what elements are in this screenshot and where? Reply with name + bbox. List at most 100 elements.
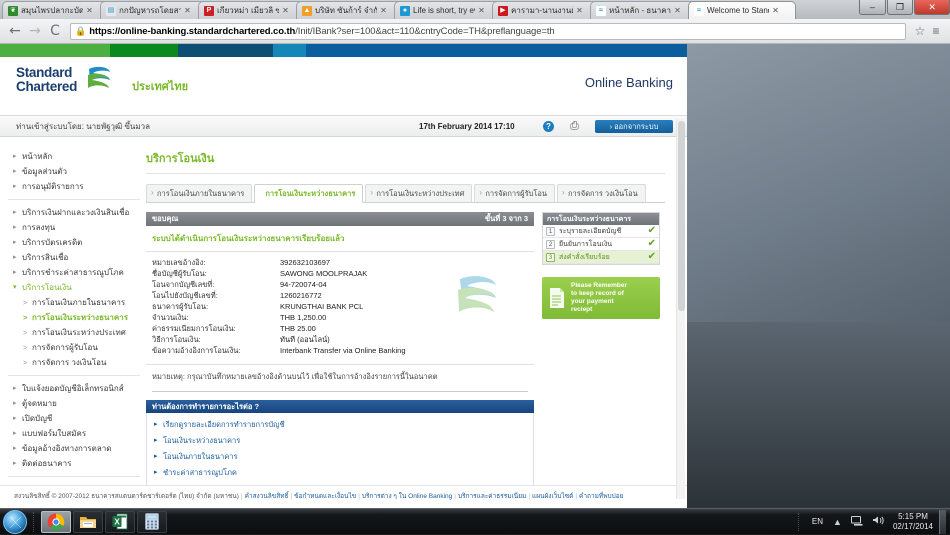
browser-tab-3[interactable]: Pเกียวหม่า เมียวลิ ซา✕ (198, 1, 306, 19)
footer-text: สงวนลิขสิทธิ์ © 2007-2012 ธนาคารสแตนดาร์… (14, 492, 677, 501)
taskbar-clock[interactable]: 5:15 PM 02/17/2014 (893, 512, 933, 532)
page-scrollbar[interactable] (676, 119, 685, 499)
sidebar-subitem-manage-limit[interactable]: การจัดการ วงเงินโอน (8, 355, 140, 370)
tab-close-icon[interactable]: ✕ (771, 6, 780, 15)
sidebar-item-mailbox[interactable]: ตู้จดหมาย (8, 396, 140, 411)
sidebar-item-bill-payment[interactable]: บริการชำระค่าสาธารณูปโภค (8, 265, 140, 280)
detail-label: โอนไปยังบัญชีเลขที่: (152, 290, 280, 301)
next-action-own-bank-transfer[interactable]: โอนเงินภายในธนาคาร (147, 449, 533, 465)
sidebar-item-open-account[interactable]: เปิดบัญชี (8, 411, 140, 426)
tab-manage-limit[interactable]: การจัดการ วงเงินโอน (557, 184, 646, 202)
language-indicator[interactable]: EN (812, 517, 823, 526)
next-action-bill-payment[interactable]: ชำระค่าสาธารณูปโภค (147, 465, 533, 481)
url-host: https://online-banking.standardchartered… (89, 26, 295, 37)
success-message: ระบบได้ดำเนินการโอนเงินระหว่างธนาคารเรีย… (146, 226, 534, 252)
next-action-interbank-transfer[interactable]: โอนเงินระหว่างธนาคาร (147, 433, 533, 449)
sidebar-item-home[interactable]: หน้าหลัก (8, 149, 140, 164)
sidebar-subitem-interbank-transfer[interactable]: การโอนเงินระหว่างธนาคาร (8, 310, 140, 325)
chrome-menu-icon[interactable]: ≡ (928, 24, 944, 38)
browser-tab-6[interactable]: ▶คารามา-นานงานผู้ก✕ (492, 1, 600, 19)
pinterest-icon: P (204, 6, 214, 16)
check-icon: ✔ (648, 226, 656, 236)
logged-in-as-label: ท่านเข้าสู่ระบบโดย: นายพัฐวุฒิ ขึ้นมวล (16, 120, 150, 133)
show-hidden-icons-icon[interactable]: ▲ (833, 517, 842, 527)
sidebar-subitem-manage-payee[interactable]: การจัดการผู้รับโอน (8, 340, 140, 355)
tab-international-transfer[interactable]: การโอนเงินระหว่างประเทศ (365, 184, 472, 202)
detail-value: ทันที (ออนไลน์) (280, 334, 330, 345)
tab-own-bank-transfer[interactable]: การโอนเงินภายในธนาคาร (146, 184, 252, 202)
close-window-button[interactable]: ✕ (914, 0, 950, 15)
bookmark-star-icon[interactable]: ☆ (912, 24, 928, 38)
sidebar-item-estatement[interactable]: ใบแจ้งยอดบัญชีอิเล็กทรอนิกส์ (8, 381, 140, 396)
sidebar-item-approvals[interactable]: การอนุมัติรายการ (8, 179, 140, 194)
next-action-view-account-details[interactable]: เรียกดูรายละเอียดการทำรายการบัญชี (147, 417, 533, 433)
sidebar-item-application-forms[interactable]: แบบฟอร์มใบสมัคร (8, 426, 140, 441)
tab-close-icon[interactable]: ✕ (379, 6, 388, 15)
back-icon[interactable]: ← (6, 22, 24, 40)
clock-date: 02/17/2014 (893, 522, 933, 532)
sidebar-item-profile[interactable]: ข้อมูลส่วนตัว (8, 164, 140, 179)
print-icon[interactable]: ⎙ (570, 120, 579, 133)
footer-link-services[interactable]: บริการต่าง ๆ ใน Online Banking (362, 493, 452, 500)
reload-icon[interactable]: C (46, 22, 64, 40)
excel-taskbar-icon[interactable]: X (105, 511, 135, 533)
start-orb-icon[interactable] (3, 510, 27, 534)
page-scrollbar-thumb[interactable] (678, 121, 685, 311)
volume-icon[interactable] (872, 515, 884, 528)
detail-value: 94-720074-04 (280, 279, 327, 290)
browser-tab-1[interactable]: ❦สมุนไพรปลากะบัด ผล✕ (2, 1, 110, 19)
tab-close-icon[interactable]: ✕ (673, 6, 682, 15)
step-label: ยืนยันการโอนเงิน (559, 239, 648, 250)
sidebar-item-loans[interactable]: บริการสินเชื่อ (8, 250, 140, 265)
sidebar-item-transfers[interactable]: บริการโอนเงิน (8, 280, 140, 295)
reference-note: หมายเหตุ: กรุณาบันทึกหมายเลขอ้างอิงด้านบ… (146, 365, 534, 391)
sidebar-item-market-reference[interactable]: ข้อมูลอ้างอิงทางการตลาด (8, 441, 140, 456)
detail-row: ค่าธรรมเนียมการโอนเงิน: THB 25.00 (152, 323, 528, 334)
sidebar-item-credit-cards[interactable]: บริการบัตรเครดิต (8, 235, 140, 250)
chrome-taskbar-icon[interactable] (41, 511, 71, 533)
content-columns: ขอบคุณ ขั้นที่ 3 จาก 3 ระบบได้ดำเนินการโ… (146, 212, 665, 488)
tab-close-icon[interactable]: ✕ (85, 6, 94, 15)
sidebar-item-deposits[interactable]: บริการเงินฝากและวงเงินสินเชื่อ (8, 205, 140, 220)
footer-link-fees[interactable]: บริการและค่าธรรมเนียม (458, 493, 526, 500)
network-icon[interactable] (851, 516, 863, 528)
sidebar-item-contact-bank[interactable]: ติดต่อธนาคาร (8, 456, 140, 471)
logout-button[interactable]: › ออกจากระบบ (595, 120, 673, 133)
calculator-taskbar-icon[interactable] (137, 511, 167, 533)
tab-close-icon[interactable]: ✕ (575, 6, 584, 15)
browser-tab-7[interactable]: ≈หน้าหลัก - ธนาคาร✕ (590, 1, 698, 19)
detail-value: THB 1,250.00 (280, 312, 326, 323)
browser-tab-8[interactable]: ≈Welcome to Stand✕ (688, 1, 796, 19)
show-desktop-button[interactable] (939, 510, 946, 534)
footer-link-sitemap[interactable]: แผนผังเว็บไซต์ (532, 493, 573, 500)
maximize-button[interactable]: ❐ (887, 0, 914, 15)
datetime-label: 17th February 2014 17:10 (419, 122, 515, 131)
tab-close-icon[interactable]: ✕ (281, 6, 290, 15)
section-divider (152, 391, 528, 392)
footer-link-copyright[interactable]: คำสงวนลิขสิทธิ์ (245, 493, 289, 500)
browser-tab-5[interactable]: ●Life is short, try ev✕ (394, 1, 502, 19)
footer-link-terms[interactable]: ข้อกำหนดและเงื่อนไข (294, 493, 356, 500)
browser-tab-2[interactable]: ▤กกปัญหารถโดยสาร✕ (100, 1, 208, 19)
sidebar-subitem-international-transfer[interactable]: การโอนเงินระหว่างประเทศ (8, 325, 140, 340)
browser-window: – ❐ ✕ ❦สมุนไพรปลากะบัด ผล✕▤กกปัญหารถโดยส… (0, 0, 950, 508)
minimize-button[interactable]: – (859, 0, 886, 15)
clock-time: 5:15 PM (893, 512, 933, 522)
file-explorer-taskbar-icon[interactable] (73, 511, 103, 533)
tab-manage-payee[interactable]: การจัดการผู้รับโอน (474, 184, 555, 202)
next-actions-list: เรียกดูรายละเอียดการทำรายการบัญชี โอนเงิ… (146, 413, 534, 488)
url-path: /Init/IBank?ser=100&act=110&cntryCode=TH… (295, 26, 554, 37)
detail-value: SAWONG MOOLPRAJAK (280, 268, 367, 279)
tab-close-icon[interactable]: ✕ (477, 6, 486, 15)
sidebar-group-3: ใบแจ้งยอดบัญชีอิเล็กทรอนิกส์ ตู้จดหมาย เ… (8, 381, 140, 477)
help-icon[interactable]: ? (543, 121, 554, 132)
address-bar[interactable]: 🔒 https://online-banking.standardcharter… (70, 23, 906, 40)
tab-close-icon[interactable]: ✕ (183, 6, 192, 15)
footer-link-faq[interactable]: คำถามที่พบบ่อย (579, 493, 623, 500)
sidebar-item-investments[interactable]: การลงทุน (8, 220, 140, 235)
browser-tab-4[interactable]: ▲บริษัท ซันก้าร์ จำกัด✕ (296, 1, 404, 19)
sidebar-subitem-own-bank-transfer[interactable]: การโอนเงินภายในธนาคาร (8, 295, 140, 310)
standard-chartered-logo[interactable]: Standard Chartered (16, 66, 77, 94)
forward-icon[interactable]: → (26, 22, 44, 40)
tab-interbank-transfer[interactable]: การโอนเงินระหว่างธนาคาร (254, 184, 363, 203)
